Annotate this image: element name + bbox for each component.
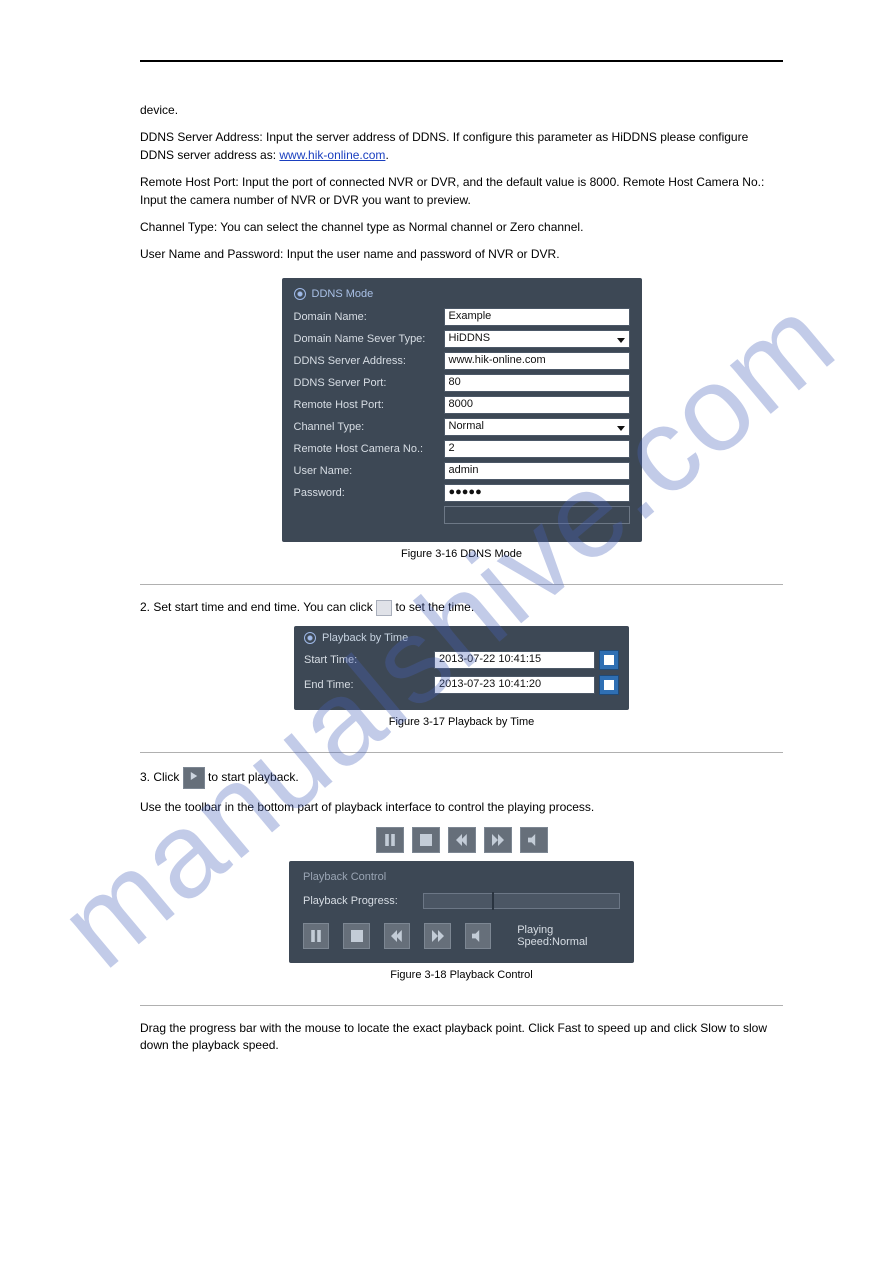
input-server-address[interactable]: www.hik-online.com: [444, 352, 630, 370]
label-start-time: Start Time:: [304, 654, 434, 666]
body-text-3: Remote Host Port: Input the port of conn…: [140, 174, 783, 209]
playback-by-time-panel: Playback by Time Start Time:2013-07-22 1…: [294, 626, 629, 710]
select-channel-type[interactable]: Normal: [444, 418, 630, 436]
body-text-1: device.: [140, 102, 783, 119]
fast-button[interactable]: [484, 827, 512, 853]
playback-progress-bar[interactable]: [423, 893, 620, 909]
body-text-2: DDNS Server Address: Input the server ad…: [140, 129, 783, 164]
slow-button[interactable]: [448, 827, 476, 853]
stop-button[interactable]: [343, 923, 369, 949]
label-server-type: Domain Name Sever Type:: [294, 333, 444, 345]
label-remote-camera-no: Remote Host Camera No.:: [294, 443, 444, 455]
figure-caption-3: Figure 3-18 Playback Control: [140, 969, 783, 981]
figure-caption-1: Figure 3-16 DDNS Mode: [140, 548, 783, 560]
calendar-picker-icon[interactable]: [599, 650, 619, 670]
step-toolbar-text: Use the toolbar in the bottom part of pl…: [140, 799, 783, 816]
label-server-address: DDNS Server Address:: [294, 355, 444, 367]
playback-time-title: Playback by Time: [322, 632, 408, 644]
pause-button[interactable]: [303, 923, 329, 949]
stop-button[interactable]: [412, 827, 440, 853]
step2-text: 2. Set start time and end time. You can …: [140, 599, 783, 616]
radio-icon[interactable]: [294, 288, 306, 300]
body-text-footer: Drag the progress bar with the mouse to …: [140, 1020, 783, 1055]
select-server-type[interactable]: HiDDNS: [444, 330, 630, 348]
label-user-name: User Name:: [294, 465, 444, 477]
input-server-port[interactable]: 80: [444, 374, 630, 392]
label-remote-host-port: Remote Host Port:: [294, 399, 444, 411]
step3-text: 3. Click to start playback.: [140, 767, 783, 789]
mute-button[interactable]: [465, 923, 491, 949]
ddns-panel-title: DDNS Mode: [312, 288, 374, 300]
input-start-time[interactable]: 2013-07-22 10:41:15: [434, 651, 595, 669]
label-channel-type: Channel Type:: [294, 421, 444, 433]
playing-speed-label: Playing Speed:Normal: [517, 924, 620, 948]
input-remote-camera-no[interactable]: 2: [444, 440, 630, 458]
figure-caption-2: Figure 3-17 Playback by Time: [140, 716, 783, 728]
ddns-mode-panel: DDNS Mode Domain Name:Example Domain Nam…: [282, 278, 642, 542]
playback-control-title: Playback Control: [303, 871, 620, 883]
playback-toolbar: [140, 827, 783, 853]
radio-icon[interactable]: [304, 632, 316, 644]
input-remote-host-port[interactable]: 8000: [444, 396, 630, 414]
playback-control-panel: Playback Control Playback Progress: Play…: [289, 861, 634, 963]
fast-button[interactable]: [424, 923, 450, 949]
calendar-icon[interactable]: [376, 600, 392, 616]
label-password: Password:: [294, 487, 444, 499]
input-user-name[interactable]: admin: [444, 462, 630, 480]
label-domain-name: Domain Name:: [294, 311, 444, 323]
body-text-5: User Name and Password: Input the user n…: [140, 246, 783, 263]
input-end-time[interactable]: 2013-07-23 10:41:20: [434, 676, 595, 694]
label-end-time: End Time:: [304, 679, 434, 691]
pause-button[interactable]: [376, 827, 404, 853]
playback-progress-label: Playback Progress:: [303, 895, 423, 907]
input-domain-name[interactable]: Example: [444, 308, 630, 326]
slow-button[interactable]: [384, 923, 410, 949]
label-server-port: DDNS Server Port:: [294, 377, 444, 389]
body-text-4: Channel Type: You can select the channel…: [140, 219, 783, 236]
play-start-button[interactable]: [183, 767, 205, 789]
input-password[interactable]: ●●●●●: [444, 484, 630, 502]
input-empty[interactable]: [444, 506, 630, 524]
ddns-url-link[interactable]: www.hik-online.com: [279, 148, 385, 162]
calendar-picker-icon[interactable]: [599, 675, 619, 695]
mute-button[interactable]: [520, 827, 548, 853]
